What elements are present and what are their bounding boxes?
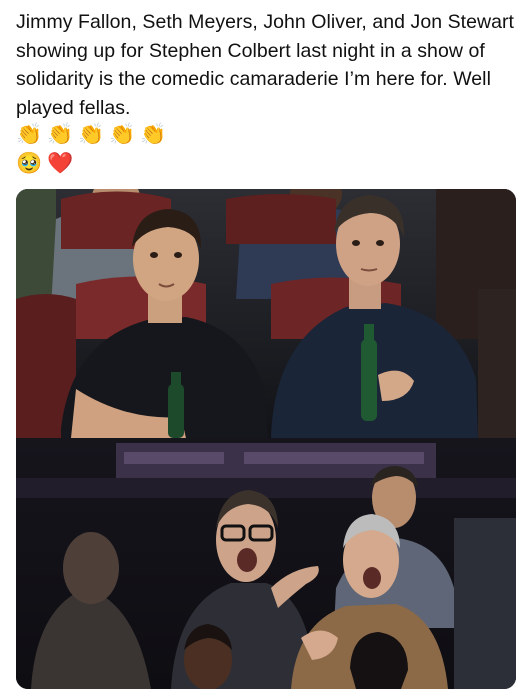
audience-photo-bottom[interactable] — [16, 438, 516, 689]
clapping-hands-emoji: 👏 — [78, 123, 105, 146]
post-media-image[interactable] — [16, 189, 516, 689]
clapping-hands-emoji: 👏 — [109, 123, 136, 146]
holding-back-tears-emoji: 🥹 — [16, 152, 43, 175]
emoji-row-clapping: 👏 👏 👏 👏 👏 — [16, 122, 167, 148]
red-heart-emoji: ❤️ — [47, 152, 74, 175]
post-text: Jimmy Fallon, Seth Meyers, John Oliver, … — [16, 11, 515, 119]
audience-photo-top[interactable] — [16, 189, 516, 438]
clapping-hands-emoji: 👏 — [47, 123, 74, 146]
emoji-row-feelings: 🥹 ❤️ — [16, 151, 74, 177]
clapping-hands-emoji: 👏 — [16, 123, 43, 146]
social-post: Jimmy Fallon, Seth Meyers, John Oliver, … — [0, 0, 526, 696]
audience-photo-top-drawing — [16, 189, 516, 438]
clapping-hands-emoji: 👏 — [140, 123, 167, 146]
audience-photo-bottom-drawing — [16, 438, 516, 689]
